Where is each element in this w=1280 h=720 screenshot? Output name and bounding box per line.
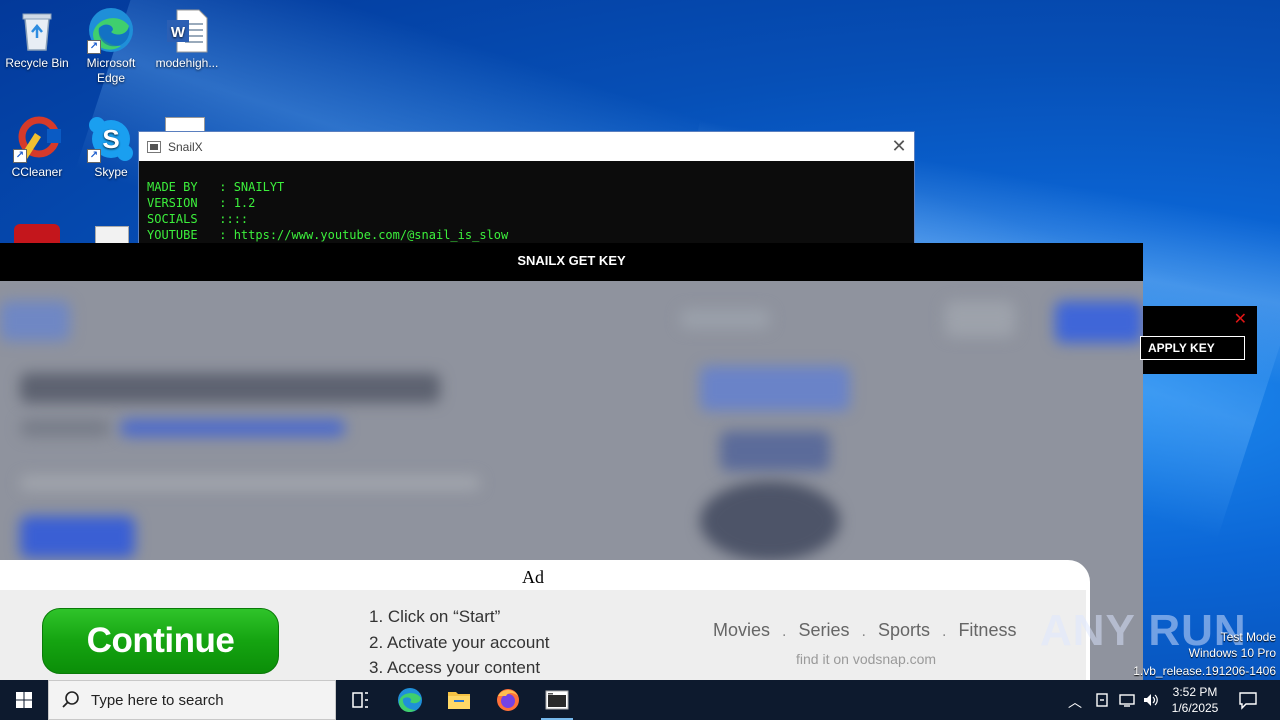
blurred-illustration xyxy=(700,366,850,411)
svg-text:W: W xyxy=(171,24,186,41)
desktop-icon-label: CCleaner xyxy=(11,165,63,179)
taskbar-snailx-console[interactable] xyxy=(533,680,581,720)
shortcut-arrow-icon: ↗ xyxy=(13,149,27,163)
clock-time: 3:52 PM xyxy=(1172,685,1218,699)
task-view-icon xyxy=(352,692,368,708)
desktop-icon-recycle-bin[interactable]: Recycle Bin xyxy=(0,6,74,71)
get-key-title: SNAILX GET KEY xyxy=(517,253,626,268)
console-line: YOUTUBE : https://www.youtube.com/@snail… xyxy=(147,228,509,242)
clock-date: 1/6/2025 xyxy=(1171,701,1219,715)
ad-category: Series xyxy=(798,620,850,640)
shortcut-arrow-icon: ↗ xyxy=(87,40,101,54)
desktop-icon-label: modehigh... xyxy=(155,56,219,70)
network-icon[interactable] xyxy=(1118,692,1136,708)
ad-continue-button[interactable]: Continue xyxy=(42,608,279,674)
device-icon[interactable] xyxy=(1094,692,1112,708)
desktop-icon-word-document[interactable]: W modehigh... xyxy=(150,6,224,71)
snailx-console-window[interactable]: SnailX ✕ MADE BY : SNAILYT VERSION : 1.2 S… xyxy=(138,131,915,246)
ad-banner[interactable]: Ad Continue 1. Click on “Start” 2. Activ… xyxy=(0,560,1090,680)
console-titlebar[interactable]: SnailX ✕ xyxy=(139,132,914,161)
ad-step: 2. Activate your account xyxy=(369,632,550,652)
apply-key-panel[interactable]: ✕ APPLY KEY xyxy=(1140,306,1257,374)
desktop-icon-label: Recycle Bin xyxy=(5,56,69,70)
notification-icon[interactable] xyxy=(1238,690,1258,710)
ad-step: 1. Click on “Start” xyxy=(369,607,501,626)
word-document-icon: W xyxy=(163,6,211,54)
ad-findit-text: find it on vodsnap.com xyxy=(796,651,937,667)
shortcut-arrow-icon: ↗ xyxy=(87,149,101,163)
start-button[interactable] xyxy=(0,680,48,720)
taskbar-firefox[interactable] xyxy=(484,680,532,720)
desktop-icon-skype[interactable]: S ↗ Skype xyxy=(74,115,148,180)
blurred-button xyxy=(1055,301,1143,343)
blurred-logo xyxy=(0,301,70,341)
desktop-icon-label: Microsoft Edge xyxy=(86,56,136,85)
anyrun-watermark: ANY RUN Test Mode Windows 10 Pro 1.vb_re… xyxy=(1040,606,1280,680)
ad-steps: 1. Click on “Start” 2. Activate your acc… xyxy=(369,604,550,680)
close-icon[interactable]: ✕ xyxy=(884,132,914,161)
edge-icon: ↗ xyxy=(87,6,135,54)
ad-category: Movies xyxy=(713,620,771,640)
volume-icon[interactable] xyxy=(1142,692,1160,708)
recycle-bin-icon xyxy=(13,6,61,54)
watermark-line: 1.vb_release.191206-1406 xyxy=(1133,664,1276,678)
taskbar-search-box[interactable]: Type here to search xyxy=(48,680,336,720)
firefox-icon xyxy=(497,689,519,711)
console-app-icon xyxy=(545,690,569,710)
ccleaner-icon: ↗ xyxy=(13,115,61,163)
blurred-link xyxy=(120,419,345,437)
ad-category: Fitness xyxy=(958,620,1017,640)
ad-step: 3. Access your content xyxy=(369,658,541,677)
desktop-icon-ccleaner[interactable]: ↗ CCleaner xyxy=(0,115,74,180)
desktop-icon-label: Skype xyxy=(94,165,128,179)
separator-dot: . xyxy=(782,623,787,640)
search-placeholder: Type here to search xyxy=(91,691,224,709)
blurred-nav xyxy=(680,309,770,329)
blurred-heading xyxy=(20,373,440,403)
app-icon-partial xyxy=(14,224,60,244)
taskbar-edge[interactable] xyxy=(386,680,434,720)
document-icon-partial xyxy=(95,226,129,244)
console-title: SnailX xyxy=(168,139,203,154)
console-app-icon xyxy=(147,140,161,153)
chevron-up-icon[interactable]: ︿ xyxy=(1068,692,1082,712)
blurred-illustration xyxy=(700,481,840,561)
blurred-button xyxy=(20,516,135,558)
separator-dot: . xyxy=(941,623,947,640)
svg-text:S: S xyxy=(102,124,119,154)
separator-dot: . xyxy=(861,623,866,640)
blurred-text xyxy=(20,419,110,437)
document-icon-partial xyxy=(165,117,205,131)
taskbar-clock[interactable]: 3:52 PM 1/6/2025 xyxy=(1166,684,1224,716)
taskbar[interactable]: Type here to search ︿ 3:52 PM 1/6/2025 xyxy=(0,680,1280,720)
desktop-icon-microsoft-edge[interactable]: ↗ Microsoft Edge xyxy=(74,6,148,86)
close-icon[interactable]: ✕ xyxy=(1234,309,1247,329)
taskbar-file-explorer[interactable] xyxy=(435,680,483,720)
ad-categories: Movies. Series. Sports. Fitness xyxy=(713,620,1016,641)
blurred-nav xyxy=(945,301,1015,337)
blurred-text xyxy=(20,476,480,490)
apply-key-button[interactable]: APPLY KEY xyxy=(1140,336,1245,360)
task-view-button[interactable] xyxy=(336,680,384,720)
console-line: VERSION : 1.2 xyxy=(147,196,256,210)
ad-category: Sports xyxy=(877,620,930,640)
blurred-illustration xyxy=(720,431,830,471)
console-line: SOCIALS :::: xyxy=(147,212,249,226)
edge-icon xyxy=(398,688,422,713)
watermark-line: Windows 10 Pro xyxy=(1188,646,1276,660)
search-icon xyxy=(62,691,79,708)
watermark-line: Test Mode xyxy=(1220,630,1276,644)
ad-body[interactable]: Continue 1. Click on “Start” 2. Activate… xyxy=(0,590,1086,680)
console-line: MADE BY : SNAILYT xyxy=(147,180,285,194)
windows-logo-icon xyxy=(16,692,32,708)
folder-icon xyxy=(448,692,470,709)
console-output: MADE BY : SNAILYTVERSION : 1.2SOCIALS ::… xyxy=(139,161,914,243)
skype-icon: S ↗ xyxy=(87,115,135,163)
ad-label: Ad xyxy=(522,567,544,587)
